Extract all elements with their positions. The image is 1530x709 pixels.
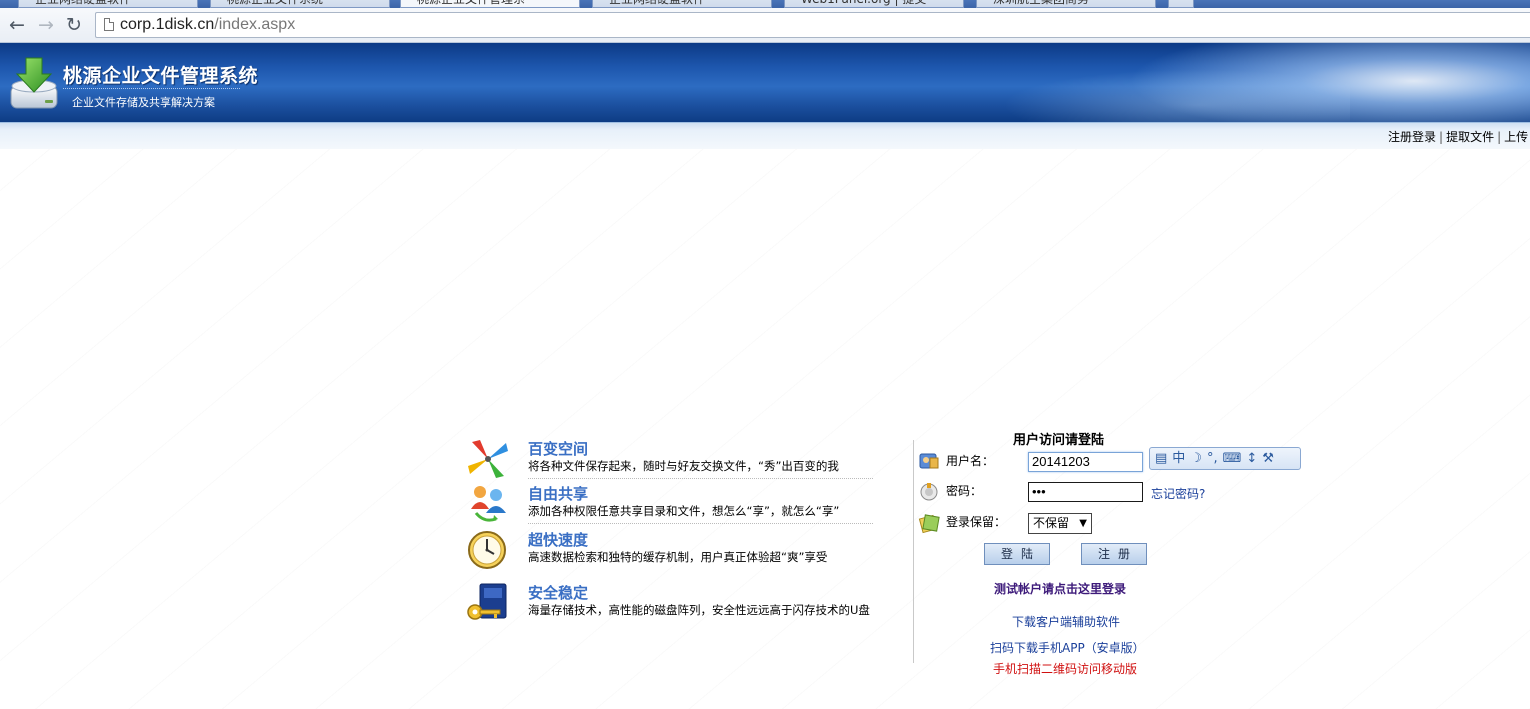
top-nav: 注册登录 | 提取文件 | 上传	[1388, 128, 1528, 145]
feature-description: 高速数据检索和独特的缓存机制，用户真正体验超“爽”享受	[528, 550, 828, 564]
feature-item: 超快速度 高速数据检索和独特的缓存机制，用户真正体验超“爽”享受	[466, 529, 896, 574]
url-path: /index.aspx	[214, 16, 296, 33]
main-content: 百变空间 将各种文件保存起来，随时与好友交换文件，“秀”出百变的我 自由共享 添…	[0, 149, 1530, 709]
browser-tab-active[interactable]: 桃源企业文件管理系	[400, 0, 580, 8]
register-login-link[interactable]: 注册登录	[1388, 130, 1436, 144]
banner-highlight	[970, 63, 1350, 122]
download-disk-logo-icon	[10, 57, 58, 109]
register-button[interactable]: 注册	[1081, 543, 1147, 565]
notes-icon	[918, 514, 940, 534]
test-account-link[interactable]: 测试帐户请点击这里登录	[994, 580, 1126, 597]
feature-title: 超快速度	[528, 531, 589, 549]
top-nav-bar: 注册登录 | 提取文件 | 上传	[0, 122, 1530, 149]
upload-file-link[interactable]: 上传	[1504, 130, 1528, 144]
back-arrow-icon[interactable]: ←	[6, 14, 28, 36]
url-text: corp.1disk.cn/index.aspx	[120, 16, 295, 34]
feature-item: 自由共享 添加各种权限任意共享目录和文件，想怎么“享”，就怎么“享”	[466, 483, 896, 528]
username-input[interactable]: 20141203	[1028, 452, 1143, 472]
feature-title: 安全稳定	[528, 584, 589, 602]
password-input[interactable]: •••	[1028, 482, 1143, 502]
site-subtitle: 企业文件存储及共享解决方案	[72, 96, 215, 109]
download-client-link[interactable]: 下载客户端辅助软件	[1012, 613, 1120, 630]
wrench-icon[interactable]: ⚒	[1262, 448, 1274, 469]
feature-title: 自由共享	[528, 485, 589, 503]
extract-file-link[interactable]: 提取文件	[1446, 130, 1494, 144]
moon-icon[interactable]: ☽	[1190, 448, 1202, 469]
feature-item: 安全稳定 海量存储技术，高性能的磁盘阵列，安全性远远高于闪存技术的U盘	[466, 582, 896, 627]
browser-tab[interactable]: Web1Panel.org | 提交	[784, 0, 964, 8]
nav-separator: |	[1497, 130, 1502, 144]
expand-icon[interactable]: ↕	[1246, 448, 1257, 469]
reload-icon[interactable]: ↻	[63, 14, 85, 36]
nav-separator: |	[1439, 130, 1444, 144]
keep-login-select[interactable]: 不保留 ▼	[1028, 513, 1092, 534]
url-host: corp.1disk.cn	[120, 16, 215, 33]
keep-login-label: 登录保留：	[946, 515, 1007, 529]
browser-tab[interactable]: 企业网络硬盘软件	[592, 0, 772, 8]
username-label: 用户名：	[946, 454, 995, 468]
security-key-icon	[467, 583, 507, 620]
browser-tab[interactable]: 企业网络硬盘软件	[18, 0, 198, 8]
lock-dial-icon	[920, 483, 938, 501]
user-card-icon	[919, 453, 939, 469]
keyboard-icon[interactable]: ⌨	[1223, 448, 1242, 469]
forward-arrow-icon[interactable]: →	[35, 14, 57, 36]
feature-title: 百变空间	[528, 440, 589, 458]
users-share-icon	[471, 486, 506, 522]
mobile-version-link[interactable]: 手机扫描二维码访问移动版	[993, 660, 1137, 677]
ime-toolbar[interactable]: ▤ 中 ☽ °, ⌨ ↕ ⚒	[1149, 447, 1301, 470]
password-label: 密码：	[946, 484, 983, 498]
pinwheel-icon	[468, 440, 508, 478]
feature-divider	[528, 478, 873, 479]
browser-tab-strip: 企业网络硬盘软件 桃源企业文件系统 桃源企业文件管理系 企业网络硬盘软件 Web…	[0, 0, 1530, 8]
browser-tab[interactable]: 深圳航空集团商务	[976, 0, 1156, 8]
feature-divider	[528, 523, 873, 524]
login-button[interactable]: 登陆	[984, 543, 1050, 565]
new-tab-button[interactable]	[1168, 0, 1194, 8]
feature-item: 百变空间 将各种文件保存起来，随时与好友交换文件，“秀”出百变的我	[466, 438, 896, 483]
forgot-password-link[interactable]: 忘记密码?	[1151, 485, 1205, 502]
feature-description: 添加各种权限任意共享目录和文件，想怎么“享”，就怎么“享”	[528, 504, 840, 518]
punctuation-icon[interactable]: °,	[1207, 448, 1218, 469]
vertical-divider	[913, 440, 914, 663]
title-divider	[63, 88, 240, 89]
ime-switch-icon[interactable]: ▤	[1155, 448, 1167, 469]
ime-mode-chinese[interactable]: 中	[1172, 448, 1185, 469]
site-banner: 桃源企业文件管理系统 企业文件存储及共享解决方案	[0, 43, 1530, 122]
dropdown-arrow-icon: ▼	[1079, 518, 1087, 529]
feature-description: 将各种文件保存起来，随时与好友交换文件，“秀”出百变的我	[528, 459, 839, 473]
browser-tab[interactable]: 桃源企业文件系统	[210, 0, 390, 8]
address-bar[interactable]: corp.1disk.cn/index.aspx	[95, 12, 1530, 38]
browser-toolbar: ← → ↻ corp.1disk.cn/index.aspx	[0, 8, 1530, 43]
feature-description: 海量存储技术，高性能的磁盘阵列，安全性远远高于闪存技术的U盘	[528, 603, 870, 617]
login-title: 用户访问请登陆	[1013, 433, 1105, 448]
keep-login-selected: 不保留	[1033, 516, 1070, 530]
page-icon	[104, 18, 114, 31]
site-title: 桃源企业文件管理系统	[63, 65, 259, 87]
download-app-link[interactable]: 扫码下载手机APP（安卓版）	[990, 639, 1145, 656]
clock-icon	[468, 531, 506, 569]
